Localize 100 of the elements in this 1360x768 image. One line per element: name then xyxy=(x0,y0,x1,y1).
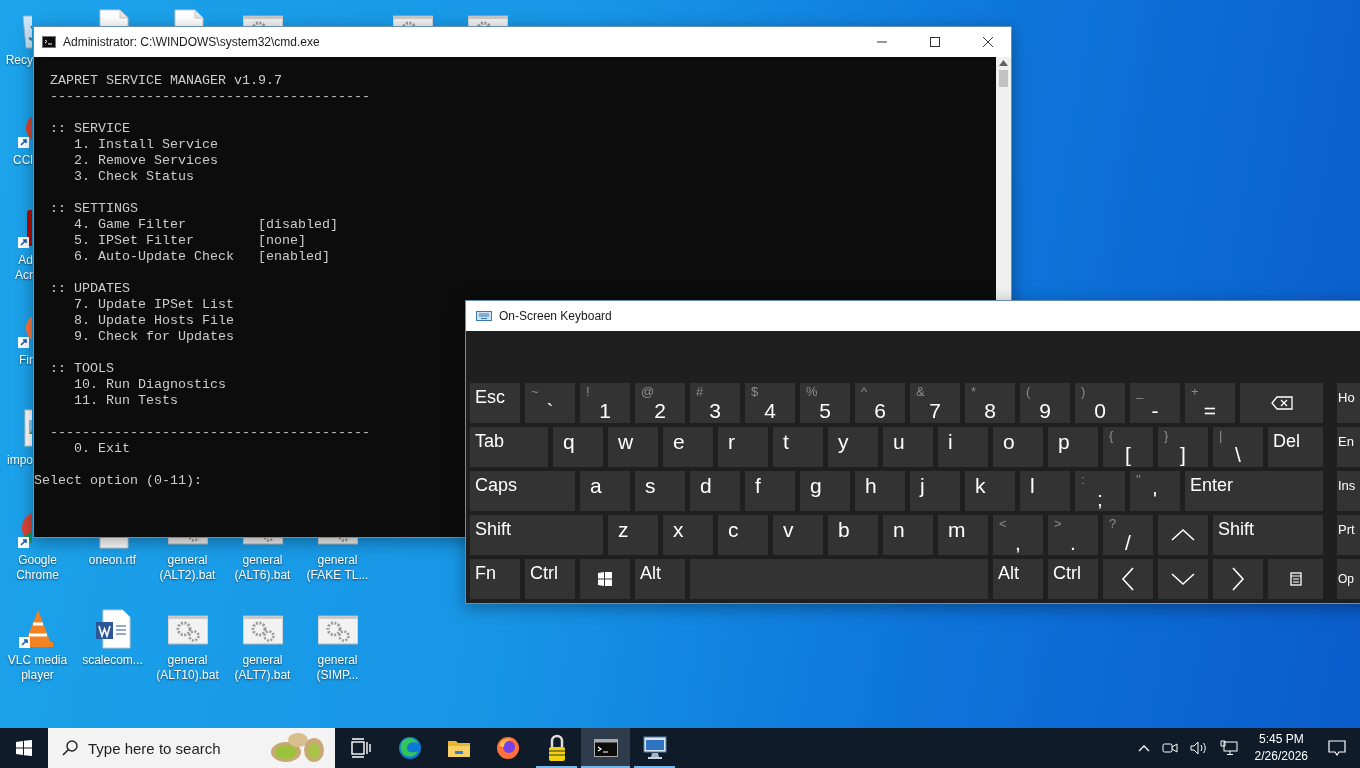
keyboard-key[interactable]: ) 0 xyxy=(1075,383,1125,423)
keyboard-key[interactable]: x xyxy=(663,515,713,555)
icon-label: general (SIMP... xyxy=(315,653,360,683)
keyboard-key[interactable]: n xyxy=(883,515,933,555)
keyboard-key[interactable]: t xyxy=(773,427,823,467)
keyboard-key[interactable]: Ho xyxy=(1337,383,1360,423)
keyboard-icon xyxy=(476,310,492,322)
scrollbar-thumb[interactable] xyxy=(999,70,1008,87)
keyboard-key[interactable]: ! 1 xyxy=(580,383,630,423)
keyboard-key[interactable]: Esc xyxy=(470,383,520,423)
keyboard-key[interactable]: Fn xyxy=(470,559,520,599)
keyboard-key[interactable]: a xyxy=(580,471,630,511)
menu-option: 3. Check Status xyxy=(74,169,194,185)
keyboard-key[interactable]: ? / xyxy=(1103,515,1153,555)
keyboard-key[interactable]: e xyxy=(663,427,713,467)
keyboard-key[interactable]: Del xyxy=(1268,427,1323,467)
keyboard-key[interactable]: { [ xyxy=(1103,427,1153,467)
keyboard-key[interactable] xyxy=(1158,515,1208,555)
keyboard-key[interactable]: % 5 xyxy=(800,383,850,423)
keyboard-key[interactable] xyxy=(1240,383,1323,423)
keyboard-key[interactable] xyxy=(580,559,630,599)
keyboard-key[interactable]: m xyxy=(938,515,988,555)
keyboard-key[interactable]: y xyxy=(828,427,878,467)
keyboard-key[interactable]: < , xyxy=(993,515,1043,555)
keyboard-key[interactable]: | \ xyxy=(1213,427,1263,467)
keyboard-key[interactable]: Ctrl xyxy=(525,559,575,599)
keyboard-key[interactable]: * 8 xyxy=(965,383,1015,423)
keyboard-key[interactable]: j xyxy=(910,471,960,511)
search-field[interactable]: Type here to search xyxy=(48,728,335,768)
keyboard-key[interactable]: Op xyxy=(1337,559,1360,599)
camera-icon xyxy=(1161,741,1178,755)
clock[interactable]: 5:45 PM 2/26/2026 xyxy=(1246,731,1316,765)
keyboard-key[interactable]: En xyxy=(1337,427,1360,467)
keyboard-key[interactable]: h xyxy=(855,471,905,511)
section-heading: :: TOOLS xyxy=(50,361,114,377)
keyboard-key[interactable]: q xyxy=(553,427,603,467)
keyboard-key[interactable]: : ; xyxy=(1075,471,1125,511)
keyboard-key[interactable]: u xyxy=(883,427,933,467)
taskbar-button[interactable] xyxy=(581,728,630,768)
keyboard-key[interactable]: _ - xyxy=(1130,383,1180,423)
keyboard-key[interactable]: @ 2 xyxy=(635,383,685,423)
section-heading: :: SERVICE xyxy=(50,121,130,137)
arrow-up-icon[interactable] xyxy=(999,60,1008,66)
keyboard-key[interactable]: g xyxy=(800,471,850,511)
keyboard-key[interactable]: v xyxy=(773,515,823,555)
keyboard-key[interactable] xyxy=(1103,559,1153,599)
menu-option: 4. Game Filter xyxy=(74,217,258,233)
keyboard-key[interactable]: o xyxy=(993,427,1043,467)
console-prompt: Select option (0-11): xyxy=(34,473,202,489)
keyboard-key[interactable]: c xyxy=(718,515,768,555)
keyboard-key[interactable]: Alt xyxy=(635,559,685,599)
menu-option: 0. Exit xyxy=(74,441,130,457)
keyboard-key[interactable]: f xyxy=(745,471,795,511)
icon-label: oneon.rtf xyxy=(87,553,138,568)
keyboard-key[interactable]: # 3 xyxy=(690,383,740,423)
icon-label: impo xyxy=(6,453,33,468)
chevron-up-icon xyxy=(1170,526,1196,544)
keyboard-key[interactable]: w xyxy=(608,427,658,467)
chevron-up-icon xyxy=(1137,744,1150,752)
keyboard-key[interactable]: ( 9 xyxy=(1020,383,1070,423)
menu-option: 1. Install Service xyxy=(74,137,218,153)
icon-label: general (ALT6).bat xyxy=(233,553,292,583)
keyboard-key[interactable]: Ins xyxy=(1337,471,1360,511)
keyboard-key[interactable]: Tab xyxy=(470,427,548,467)
keyboard-key[interactable]: z xyxy=(608,515,658,555)
keyboard-key[interactable]: d xyxy=(690,471,740,511)
windows-icon xyxy=(16,740,32,756)
keyboard-key[interactable]: ~ ` xyxy=(525,383,575,423)
keyboard-key[interactable]: s xyxy=(635,471,685,511)
keyboard-key[interactable]: i xyxy=(938,427,988,467)
keyboard-key[interactable]: Enter xyxy=(1185,471,1323,511)
keyboard-key[interactable]: + = xyxy=(1185,383,1235,423)
keyboard-key[interactable] xyxy=(1213,559,1263,599)
keyboard-key[interactable]: } ] xyxy=(1158,427,1208,467)
notification-icon xyxy=(1328,740,1346,756)
keyboard-key[interactable]: k xyxy=(965,471,1015,511)
keyboard-key[interactable]: $ 4 xyxy=(745,383,795,423)
terminal-icon xyxy=(593,739,618,757)
menu-option: 11. Run Tests xyxy=(74,393,178,409)
network-icon xyxy=(1219,740,1238,756)
keyboard-key[interactable]: r xyxy=(718,427,768,467)
keyboard-key[interactable]: " ' xyxy=(1130,471,1180,511)
keyboard-key[interactable] xyxy=(1158,559,1208,599)
speaker-icon xyxy=(1189,741,1208,755)
keyboard-key[interactable]: Shift xyxy=(1213,515,1323,555)
keyboard-key[interactable]: b xyxy=(828,515,878,555)
keyboard-key[interactable]: ^ 6 xyxy=(855,383,905,423)
keyboard-key[interactable]: Prt xyxy=(1337,515,1360,555)
keyboard-key[interactable]: & 7 xyxy=(910,383,960,423)
keyboard-key[interactable] xyxy=(1268,559,1323,599)
keyboard-key[interactable]: Alt xyxy=(993,559,1043,599)
keyboard-key[interactable]: Caps xyxy=(470,471,575,511)
keyboard-key[interactable]: Ctrl xyxy=(1048,559,1098,599)
keyboard-key[interactable]: Shift xyxy=(470,515,603,555)
keyboard-key[interactable]: > . xyxy=(1048,515,1098,555)
console-rule: ---------------------------------------- xyxy=(50,425,370,441)
keyboard-key[interactable]: l xyxy=(1020,471,1070,511)
keyboard-key[interactable]: p xyxy=(1048,427,1098,467)
option-value: [enabled] xyxy=(257,249,330,265)
search-icon xyxy=(62,740,78,756)
